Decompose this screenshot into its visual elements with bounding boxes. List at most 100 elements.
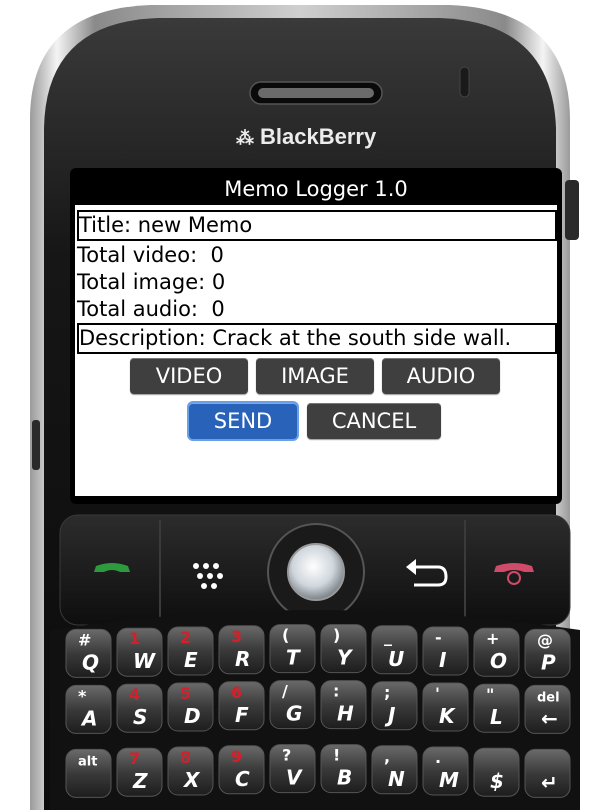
key-letter: S: [133, 705, 147, 729]
app-screen: Memo Logger 1.0 Title: new Memo Total vi…: [75, 173, 557, 496]
key-letter: T: [286, 646, 301, 670]
key-letter: Z: [132, 769, 148, 793]
key-letter: R: [235, 647, 250, 671]
key-symbol: 5: [180, 684, 191, 703]
key-letter: Y: [337, 646, 354, 670]
key-y[interactable]: )Y: [320, 624, 367, 674]
key-letter: V: [286, 766, 303, 790]
key-symbol: (: [282, 626, 289, 645]
key-symbol: 9: [231, 747, 242, 766]
key-e[interactable]: 2E: [167, 626, 214, 676]
key-a[interactable]: *A: [65, 684, 112, 734]
key-h[interactable]: :H: [320, 680, 367, 730]
key-letter: Q: [82, 650, 99, 674]
audio-button[interactable]: AUDIO: [382, 358, 500, 394]
key-letter: $: [490, 769, 504, 793]
key-letter: ↵: [541, 770, 558, 794]
key-u[interactable]: _U: [371, 625, 418, 675]
key-o[interactable]: +O: [473, 627, 520, 677]
key-letter: D: [184, 704, 201, 728]
key-letter: ←: [541, 706, 558, 730]
key-symbol: .: [435, 748, 441, 767]
key-symbol: del: [537, 690, 560, 705]
key-letter: O: [490, 649, 507, 673]
key-symbol: ;: [384, 683, 390, 702]
total-video-label: Total video:: [77, 243, 198, 267]
key-letter: I: [439, 648, 447, 672]
send-button[interactable]: SEND: [189, 403, 297, 439]
key-w[interactable]: 1W: [116, 627, 163, 677]
key-symbol: 1: [129, 629, 140, 648]
key-x[interactable]: 8X: [167, 746, 214, 796]
key-q[interactable]: #Q: [65, 628, 112, 678]
key-p[interactable]: @P: [524, 628, 571, 678]
key-symbol: alt: [78, 754, 97, 769]
description-field[interactable]: Description: Crack at the south side wal…: [77, 323, 557, 354]
key-symbol: 2: [180, 628, 191, 647]
key-symbol: @: [537, 630, 553, 649]
key-symbol: ?: [282, 746, 291, 765]
key-symbol: ): [333, 626, 340, 645]
total-audio-label: Total audio:: [77, 297, 198, 321]
key-letter: L: [490, 705, 503, 729]
key-symbol: 4: [129, 685, 140, 704]
key-k[interactable]: 'K: [422, 682, 469, 732]
description-label: Description: Crack at the south side wal…: [79, 326, 512, 350]
total-image-label: Total image:: [77, 270, 206, 294]
key-j[interactable]: ;J: [371, 681, 418, 731]
key-z[interactable]: 7Z: [116, 747, 163, 797]
key-symbol: 7: [129, 749, 140, 768]
key-letter: G: [286, 702, 302, 726]
key-g[interactable]: /G: [269, 680, 316, 730]
brand-label: BlackBerry: [260, 124, 377, 149]
key-symbol: ,: [384, 747, 390, 766]
key-x[interactable]: $: [473, 747, 520, 797]
key-t[interactable]: (T: [269, 624, 316, 674]
key-b[interactable]: !B: [320, 744, 367, 794]
key-m[interactable]: .M: [422, 746, 469, 796]
cancel-button[interactable]: CANCEL: [307, 403, 441, 439]
key-n[interactable]: ,N: [371, 745, 418, 795]
key-symbol: /: [282, 682, 288, 701]
key-alt[interactable]: alt: [65, 748, 112, 798]
total-audio-count: 0: [211, 297, 225, 321]
key-letter: X: [182, 768, 201, 792]
key-symbol: !: [333, 746, 340, 765]
key-letter: E: [184, 648, 198, 672]
key-d[interactable]: 5D: [167, 682, 214, 732]
key-symbol: 3: [231, 627, 242, 646]
key-letter: K: [439, 704, 456, 728]
key-letter: U: [388, 647, 404, 671]
key-symbol: 6: [231, 683, 242, 702]
key-f[interactable]: 6F: [218, 681, 265, 731]
key-letter: H: [337, 702, 354, 726]
image-button[interactable]: IMAGE: [256, 358, 374, 394]
key-symbol: -: [435, 628, 442, 647]
memo-title-field[interactable]: Title: new Memo: [77, 210, 557, 241]
key-x[interactable]: del←: [524, 684, 571, 734]
key-letter: B: [337, 766, 352, 790]
key-letter: W: [133, 649, 156, 673]
key-c[interactable]: 9C: [218, 745, 265, 795]
key-i[interactable]: -I: [422, 626, 469, 676]
video-button[interactable]: VIDEO: [130, 358, 248, 394]
key-letter: C: [235, 767, 250, 791]
key-letter: N: [388, 767, 405, 791]
key-v[interactable]: ?V: [269, 744, 316, 794]
key-symbol: #: [78, 630, 91, 649]
key-letter: A: [80, 706, 97, 730]
key-symbol: _: [384, 627, 392, 646]
total-image-row: Total image: 0: [77, 269, 225, 295]
total-audio-row: Total audio: 0: [77, 296, 225, 322]
key-symbol: :: [333, 682, 339, 701]
key-letter: M: [439, 768, 459, 792]
total-video-row: Total video: 0: [77, 242, 224, 268]
key-x[interactable]: ↵: [524, 748, 571, 798]
memo-title-label: Title: new Memo: [79, 213, 253, 237]
key-symbol: ': [435, 684, 440, 703]
app-title: Memo Logger 1.0: [75, 173, 557, 205]
key-l[interactable]: "L: [473, 683, 520, 733]
total-video-count: 0: [210, 243, 224, 267]
key-s[interactable]: 4S: [116, 683, 163, 733]
key-r[interactable]: 3R: [218, 625, 265, 675]
